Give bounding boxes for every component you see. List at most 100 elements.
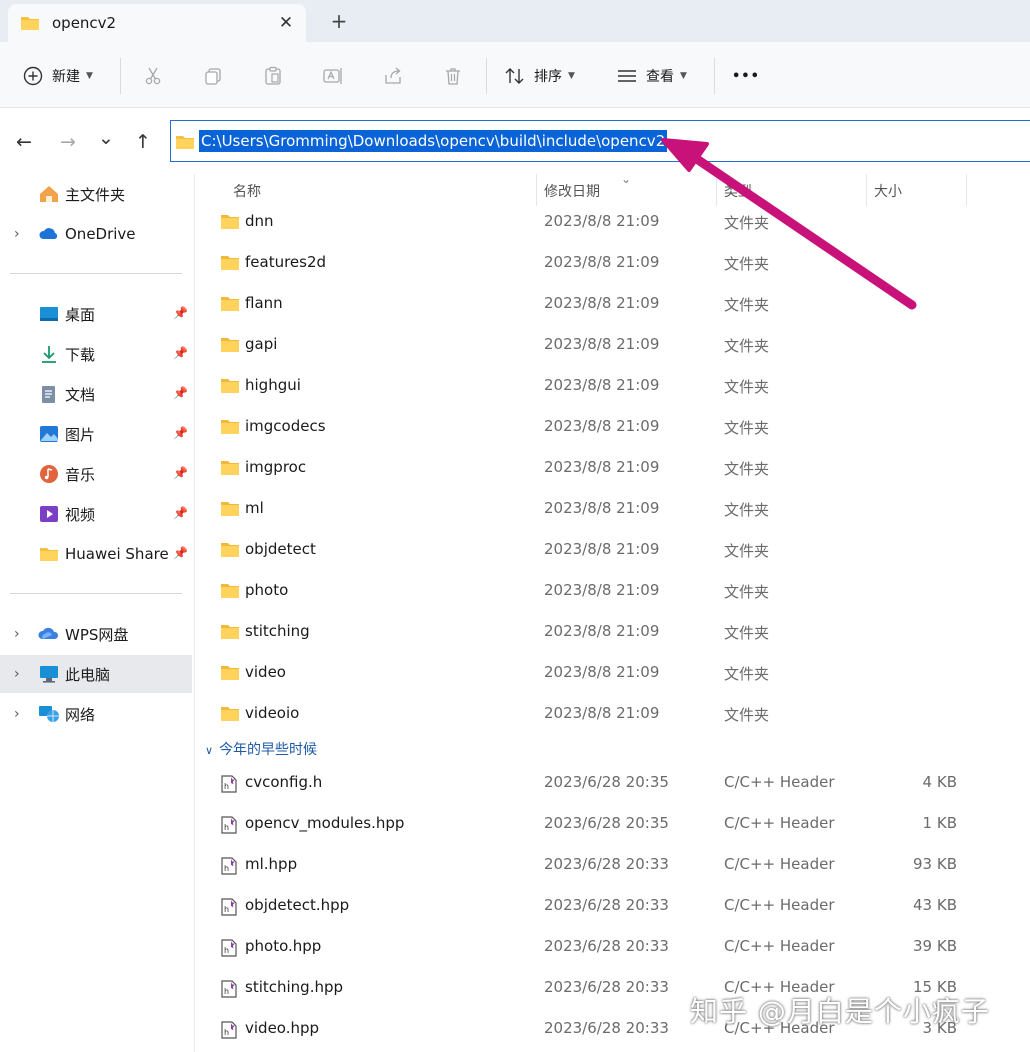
- folder-row[interactable]: highgui 2023/8/8 21:09 文件夹: [205, 367, 1025, 405]
- pin-icon[interactable]: 📌: [173, 386, 188, 400]
- folder-row[interactable]: photo 2023/8/8 21:09 文件夹: [205, 572, 1025, 610]
- chevron-right-icon[interactable]: ›: [14, 666, 20, 682]
- folder-row[interactable]: stitching 2023/8/8 21:09 文件夹: [205, 613, 1025, 651]
- column-header-type[interactable]: 类型: [724, 181, 752, 201]
- sidebar-item-home[interactable]: 主文件夹: [0, 175, 192, 213]
- pin-icon[interactable]: 📌: [173, 466, 188, 480]
- file-name: stitching: [245, 622, 310, 640]
- new-button[interactable]: 新建 ▼: [22, 62, 93, 90]
- file-size: 43 KB: [913, 896, 957, 914]
- column-divider[interactable]: [536, 174, 537, 206]
- file-name: features2d: [245, 253, 327, 271]
- folder-row[interactable]: imgcodecs 2023/8/8 21:09 文件夹: [205, 408, 1025, 446]
- file-type: 文件夹: [724, 419, 770, 437]
- file-date: 2023/8/8 21:09: [544, 253, 660, 271]
- sort-button[interactable]: 排序 ▼: [504, 62, 575, 90]
- new-tab-button[interactable]: +: [326, 8, 352, 34]
- folder-row[interactable]: videoio 2023/8/8 21:09 文件夹: [205, 695, 1025, 733]
- copy-button[interactable]: [202, 62, 224, 90]
- share-button[interactable]: [382, 62, 404, 90]
- rename-button[interactable]: [322, 62, 344, 90]
- file-name: photo: [245, 581, 289, 599]
- address-bar[interactable]: C:\Users\Gromming\Downloads\opencv\build…: [170, 120, 1030, 162]
- delete-button[interactable]: [442, 62, 464, 90]
- sidebar-item-desktop[interactable]: 桌面 📌: [0, 295, 192, 333]
- sidebar-item-this-pc[interactable]: › 此电脑: [0, 655, 192, 693]
- file-type: 文件夹: [724, 255, 770, 273]
- group-header-label: 今年的早些时候: [219, 742, 318, 758]
- folder-row[interactable]: gapi 2023/8/8 21:09 文件夹: [205, 326, 1025, 364]
- file-size: 39 KB: [913, 937, 957, 955]
- folder-icon: [220, 336, 240, 357]
- sidebar-item-huawei-share[interactable]: Huawei Share 📌: [0, 535, 192, 573]
- pin-icon[interactable]: 📌: [173, 506, 188, 520]
- column-divider[interactable]: [716, 174, 717, 206]
- watermark: 知乎 @月白是个小疯子: [690, 995, 990, 1028]
- folder-row[interactable]: ml 2023/8/8 21:09 文件夹: [205, 490, 1025, 528]
- folder-row[interactable]: objdetect 2023/8/8 21:09 文件夹: [205, 531, 1025, 569]
- close-tab-icon[interactable]: ✕: [273, 10, 299, 36]
- file-type: C/C++ Header: [724, 773, 835, 791]
- file-date: 2023/8/8 21:09: [544, 622, 660, 640]
- folder-icon: [220, 664, 240, 685]
- column-header-name[interactable]: 名称: [233, 181, 261, 201]
- column-header-size[interactable]: 大小: [874, 181, 902, 201]
- sidebar-item-documents[interactable]: 文档 📌: [0, 375, 192, 413]
- chevron-right-icon[interactable]: ›: [14, 626, 20, 642]
- tab-opencv2[interactable]: opencv2 ✕: [8, 4, 306, 42]
- file-date: 2023/6/28 20:33: [544, 855, 669, 873]
- sidebar-item-videos[interactable]: 视频 📌: [0, 495, 192, 533]
- file-name: imgcodecs: [245, 417, 326, 435]
- file-date: 2023/8/8 21:09: [544, 335, 660, 353]
- file-type: 文件夹: [724, 460, 770, 478]
- group-header-earlier-this-year[interactable]: ∨ 今年的早些时候: [205, 739, 317, 759]
- sidebar-item-downloads[interactable]: 下载 📌: [0, 335, 192, 373]
- tab-title: opencv2: [52, 14, 117, 32]
- sidebar-item-label: 图片: [65, 425, 96, 444]
- file-row[interactable]: h opencv_modules.hpp 2023/6/28 20:35 C/C++ …: [205, 805, 1025, 843]
- toolbar-divider: [714, 58, 715, 94]
- column-divider[interactable]: [966, 174, 967, 206]
- more-options-button[interactable]: •••: [732, 62, 760, 90]
- file-size: 1 KB: [922, 814, 957, 832]
- header-file-icon: h: [220, 774, 238, 798]
- file-type: 文件夹: [724, 337, 770, 355]
- chevron-right-icon[interactable]: ›: [14, 226, 20, 242]
- chevron-right-icon[interactable]: ›: [14, 706, 20, 722]
- file-row[interactable]: h objdetect.hpp 2023/6/28 20:33 C/C++ Heade…: [205, 887, 1025, 925]
- file-type: 文件夹: [724, 665, 770, 683]
- address-path-selected[interactable]: C:\Users\Gromming\Downloads\opencv\build…: [199, 130, 668, 152]
- pin-icon[interactable]: 📌: [173, 306, 188, 320]
- recent-locations-chevron-icon[interactable]: ⌄: [94, 126, 118, 150]
- back-arrow-icon[interactable]: ←: [12, 130, 36, 154]
- paste-button[interactable]: [262, 62, 284, 90]
- navigation-pane: 主文件夹 › OneDrive 桌面 📌 下载 📌 文档 📌 图片 📌 音乐 📌…: [0, 174, 194, 1052]
- forward-arrow-icon[interactable]: →: [56, 130, 80, 154]
- sidebar-item-pictures[interactable]: 图片 📌: [0, 415, 192, 453]
- up-arrow-icon[interactable]: ↑: [131, 130, 155, 154]
- folder-row[interactable]: imgproc 2023/8/8 21:09 文件夹: [205, 449, 1025, 487]
- folder-row[interactable]: flann 2023/8/8 21:09 文件夹: [205, 285, 1025, 323]
- sidebar-item-network[interactable]: › 网络: [0, 695, 192, 733]
- pin-icon[interactable]: 📌: [173, 346, 188, 360]
- column-divider[interactable]: [866, 174, 867, 206]
- folder-row[interactable]: dnn 2023/8/8 21:09 文件夹: [205, 203, 1025, 241]
- column-header-date[interactable]: 修改日期: [544, 181, 600, 201]
- file-row[interactable]: h photo.hpp 2023/6/28 20:33 C/C++ Header 39 …: [205, 928, 1025, 966]
- folder-row[interactable]: features2d 2023/8/8 21:09 文件夹: [205, 244, 1025, 282]
- folder-icon: [220, 582, 240, 603]
- sidebar-item-onedrive[interactable]: › OneDrive: [0, 215, 192, 253]
- file-row[interactable]: h cvconfig.h 2023/6/28 20:35 C/C++ Header 4 …: [205, 764, 1025, 802]
- sidebar-item-wps-drive[interactable]: › WPS网盘: [0, 615, 192, 653]
- file-date: 2023/6/28 20:33: [544, 1019, 669, 1037]
- pin-icon[interactable]: 📌: [173, 546, 188, 560]
- sidebar-item-music[interactable]: 音乐 📌: [0, 455, 192, 493]
- cut-button[interactable]: [142, 62, 164, 90]
- folder-row[interactable]: video 2023/8/8 21:09 文件夹: [205, 654, 1025, 692]
- pin-icon[interactable]: 📌: [173, 426, 188, 440]
- sidebar-item-label: OneDrive: [65, 225, 136, 243]
- view-button[interactable]: 查看 ▼: [616, 62, 687, 90]
- sidebar-item-label: 音乐: [65, 465, 96, 484]
- file-row[interactable]: h ml.hpp 2023/6/28 20:33 C/C++ Header 93 KB: [205, 846, 1025, 884]
- folder-icon: [220, 459, 240, 480]
